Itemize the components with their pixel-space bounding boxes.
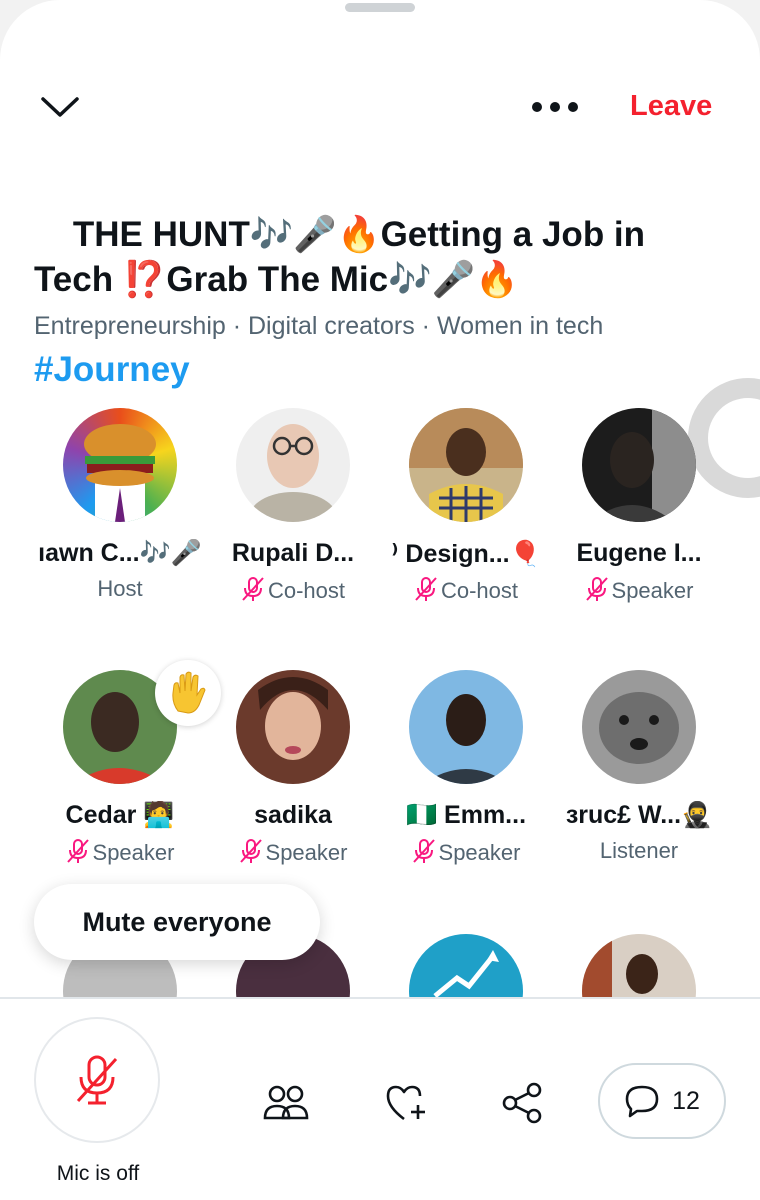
participant-role: Co-host bbox=[208, 576, 378, 604]
heart-plus-icon bbox=[386, 1085, 425, 1121]
share-icon bbox=[502, 1082, 542, 1124]
sheet-grabber[interactable] bbox=[345, 3, 415, 12]
avatar bbox=[236, 670, 350, 784]
space-topics: Entrepreneurship · Digital creators · Wo… bbox=[34, 312, 604, 340]
participant-name: Cedar 🧑‍💻 bbox=[65, 801, 175, 829]
avatar bbox=[582, 408, 696, 522]
avatar bbox=[409, 670, 523, 784]
chevron-down-icon bbox=[41, 97, 79, 117]
space-title-text: THE HUNT🎶🎤🔥Getting a Job in Tech ⁉️Grab … bbox=[34, 215, 646, 299]
participant-role: Co-host bbox=[381, 576, 551, 604]
participant-name: ıawn C...🎶🎤 bbox=[38, 539, 202, 567]
role-text: Co-host bbox=[267, 578, 346, 603]
mic-toggle-button[interactable] bbox=[34, 1017, 160, 1143]
participants-button[interactable] bbox=[262, 1079, 310, 1127]
mic-off-icon bbox=[585, 577, 608, 601]
participant-name: sadika bbox=[254, 801, 332, 829]
share-button[interactable] bbox=[498, 1079, 546, 1127]
participant-name: ⁾ Design...🎈 bbox=[391, 540, 541, 568]
role-text: Listener bbox=[599, 838, 679, 863]
mic-off-icon bbox=[412, 839, 435, 863]
side-ring bbox=[688, 378, 760, 498]
comments-count: 12 bbox=[672, 1086, 700, 1115]
participant-role: Speaker bbox=[208, 838, 378, 866]
collapse-button[interactable] bbox=[38, 92, 82, 124]
leave-button[interactable]: Leave bbox=[630, 90, 740, 126]
mic-off-icon bbox=[242, 577, 264, 601]
bottom-bar: Mic is off 12 bbox=[0, 999, 760, 1200]
avatar bbox=[582, 670, 696, 784]
avatar bbox=[236, 408, 350, 522]
mute-everyone-button[interactable]: Mute everyone bbox=[34, 884, 320, 960]
mic-off-icon bbox=[66, 839, 89, 863]
comments-button[interactable]: 12 bbox=[598, 1063, 726, 1139]
more-icon bbox=[532, 102, 578, 112]
hashtag-link[interactable]: #Journey bbox=[34, 347, 674, 392]
people-icon bbox=[263, 1085, 309, 1120]
more-options-button[interactable] bbox=[528, 92, 582, 122]
participant-role: Speaker bbox=[35, 838, 205, 866]
mic-off-icon bbox=[239, 839, 262, 863]
role-text: Speaker bbox=[438, 840, 521, 865]
participant-role: Speaker bbox=[554, 576, 724, 604]
role-text: Speaker bbox=[265, 840, 348, 865]
mic-off-icon bbox=[415, 577, 437, 601]
avatar bbox=[409, 934, 523, 997]
role-text: Speaker bbox=[92, 840, 175, 865]
react-button[interactable] bbox=[382, 1079, 430, 1127]
participant-role: Listener bbox=[554, 838, 724, 864]
space-sheet: Leave THE HUNT🎶🎤🔥Getting a Job in Tech ⁉… bbox=[0, 0, 760, 1200]
hand-raise-icon bbox=[172, 671, 206, 714]
avatar bbox=[409, 408, 523, 522]
participant-role: Host bbox=[35, 576, 205, 602]
participant-name: 🇳🇬 Emm... bbox=[405, 801, 527, 829]
avatar bbox=[582, 934, 696, 997]
mic-status-label: Mic is off bbox=[56, 1162, 140, 1185]
avatar bbox=[63, 408, 177, 522]
participant-name: Eugene I... bbox=[576, 539, 702, 567]
role-text: Speaker bbox=[611, 578, 694, 603]
role-text: Host bbox=[97, 576, 143, 601]
hand-raise-badge bbox=[155, 660, 221, 726]
role-text: Co-host bbox=[440, 578, 519, 603]
mic-off-icon bbox=[76, 1055, 118, 1105]
participant-role: Speaker bbox=[381, 838, 551, 866]
participant-name: ɜruc£ W...🥷 bbox=[565, 801, 713, 829]
comment-icon bbox=[625, 1085, 659, 1118]
participant-name: Rupali D... bbox=[231, 539, 355, 567]
